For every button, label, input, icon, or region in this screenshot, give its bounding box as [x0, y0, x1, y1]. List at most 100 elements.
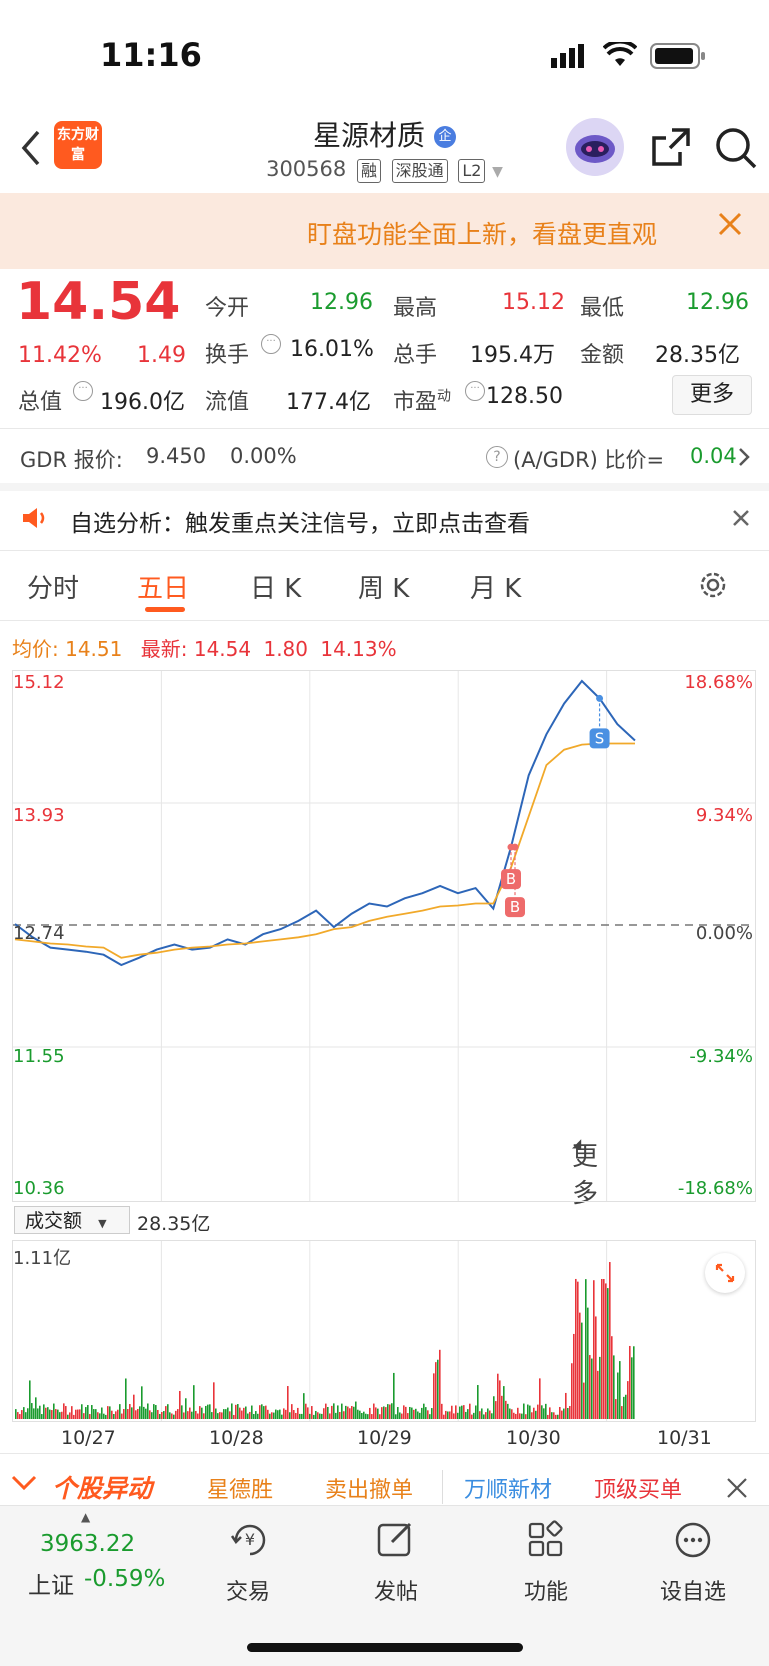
volume-bar: [421, 1407, 423, 1419]
close-icon[interactable]: [717, 211, 743, 241]
volume-bar: [265, 1405, 267, 1419]
volume-bar: [271, 1412, 273, 1419]
tab-weekly-k[interactable]: 周 K: [358, 568, 409, 605]
nav-functions[interactable]: 功能: [524, 1574, 568, 1606]
tag-margin: 融: [356, 159, 381, 183]
high-value: 15.12: [502, 290, 565, 315]
volume-bar: [587, 1307, 589, 1419]
volume-bar: [455, 1405, 457, 1419]
info-dots-icon[interactable]: ···: [261, 334, 281, 354]
volume-bar: [423, 1403, 425, 1419]
volume-bar: [403, 1405, 405, 1419]
volume-bar: [511, 1409, 513, 1419]
volume-bar: [257, 1413, 259, 1419]
promo-banner[interactable]: 盯盘功能全面上新，看盘更直观: [0, 193, 769, 269]
volume-bar: [565, 1392, 567, 1419]
y-right-tick: 0.00%: [695, 923, 753, 944]
volume-bar: [17, 1412, 19, 1419]
nav-trade[interactable]: 交易: [226, 1574, 270, 1606]
close-icon[interactable]: [725, 1476, 749, 1504]
tab-intraday[interactable]: 分时: [27, 568, 79, 605]
volume-bar: [113, 1414, 115, 1419]
chevron-right-icon[interactable]: [737, 446, 751, 472]
tab-five-day[interactable]: 五日: [137, 568, 189, 605]
volume-bar: [109, 1406, 111, 1419]
y-left-tick: 10.36: [13, 1178, 65, 1199]
more-button[interactable]: 更多: [672, 375, 752, 415]
volume-bar: [171, 1413, 173, 1419]
functions-icon[interactable]: [526, 1520, 566, 1564]
robot-assistant-icon[interactable]: [566, 118, 624, 176]
help-icon[interactable]: ?: [486, 446, 508, 468]
promo-text: 盯盘功能全面上新，看盘更直观: [307, 220, 658, 249]
volume-bar: [369, 1407, 371, 1419]
y-right-tick: 18.68%: [684, 672, 753, 693]
volume-bar: [227, 1407, 229, 1419]
volume-bar: [69, 1412, 71, 1419]
news-item[interactable]: 万顺新材: [464, 1472, 552, 1504]
volume-bar: [553, 1412, 555, 1419]
tab-monthly-k[interactable]: 月 K: [470, 568, 521, 605]
news-item[interactable]: 顶级买单: [594, 1472, 682, 1504]
expand-icon[interactable]: [705, 1253, 745, 1293]
volume-bar: [581, 1322, 583, 1419]
volume-bar: [633, 1346, 635, 1419]
volume-bar: [45, 1407, 47, 1419]
index-value[interactable]: 3963.22: [40, 1531, 135, 1557]
share-icon[interactable]: [650, 126, 692, 172]
volume-bar: [445, 1410, 447, 1419]
chevron-down-icon[interactable]: [10, 1474, 38, 1496]
tab-daily-k[interactable]: 日 K: [250, 568, 301, 605]
volume-bar: [349, 1408, 351, 1419]
volume-bar: [425, 1407, 427, 1419]
volume-bar: [239, 1407, 241, 1419]
volume-bar: [347, 1406, 349, 1419]
more-dots-icon[interactable]: [673, 1520, 713, 1564]
volume-bar: [67, 1414, 69, 1419]
signal-icon: [551, 44, 591, 72]
volume-bar: [303, 1393, 305, 1419]
volume-bar: [157, 1409, 159, 1419]
volume-selector[interactable]: 成交额 ▼: [14, 1206, 130, 1234]
close-icon[interactable]: [731, 508, 751, 532]
volume-bar: [111, 1410, 113, 1419]
svg-text:¥: ¥: [245, 1530, 255, 1549]
settings-gear-icon[interactable]: [697, 569, 729, 605]
volume-bar: [605, 1283, 607, 1419]
nav-post[interactable]: 发帖: [374, 1574, 418, 1606]
volume-bar: [151, 1412, 153, 1419]
info-dots-icon[interactable]: ···: [73, 381, 93, 401]
volume-bar: [567, 1408, 569, 1419]
volume-bar: [121, 1413, 123, 1419]
divider: [442, 1470, 443, 1504]
volume-bar: [377, 1408, 379, 1419]
volume-bar: [535, 1410, 537, 1419]
volume-bar: [85, 1407, 87, 1419]
news-item[interactable]: 星德胜: [207, 1472, 273, 1504]
volume-bar: [229, 1411, 231, 1419]
volume-bar: [507, 1403, 509, 1419]
volume-bar: [71, 1406, 73, 1419]
volume-chart[interactable]: 1.11亿: [12, 1240, 756, 1422]
news-item[interactable]: 卖出撤单: [325, 1472, 413, 1504]
volume-bar: [531, 1412, 533, 1419]
volume-bar: [279, 1409, 281, 1419]
post-icon[interactable]: [376, 1520, 416, 1564]
volume-bar: [593, 1280, 595, 1419]
volume-bar: [51, 1410, 53, 1419]
volume-bar: [191, 1411, 193, 1419]
volume-bar: [201, 1407, 203, 1419]
volume-bar: [47, 1407, 49, 1419]
volume-bar: [361, 1413, 363, 1419]
info-dots-icon[interactable]: ···: [465, 381, 485, 401]
trade-icon[interactable]: ¥: [228, 1520, 272, 1564]
analysis-text[interactable]: 自选分析：触发重点关注信号，立即点击查看: [70, 504, 530, 538]
volume-bar: [393, 1372, 395, 1419]
price-chart[interactable]: BBS 15.12 13.93 12.74 11.55 10.36 18.68%…: [12, 670, 756, 1202]
search-icon[interactable]: [714, 126, 758, 174]
volume-bar: [141, 1386, 143, 1419]
nav-set-watchlist[interactable]: 设自选: [660, 1574, 726, 1606]
x-date-label: 10/29: [357, 1427, 412, 1449]
volume-bar: [281, 1414, 283, 1419]
latest-label: 最新:: [140, 637, 188, 661]
